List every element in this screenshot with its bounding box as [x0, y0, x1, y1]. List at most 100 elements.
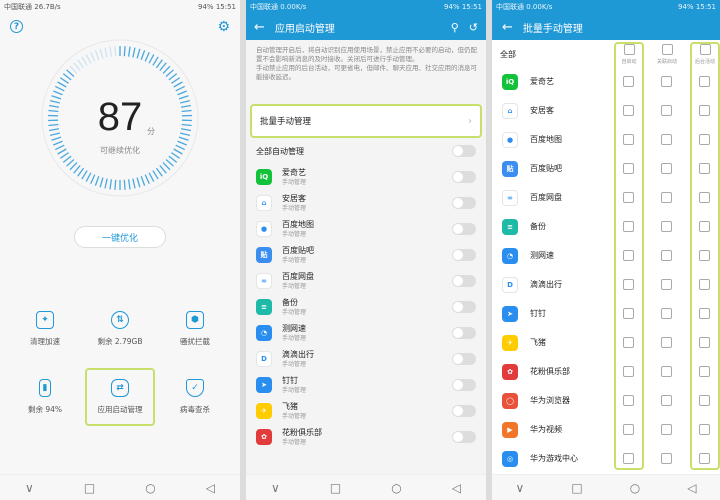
- linked-start-checkbox[interactable]: [661, 279, 672, 290]
- nav-square-icon[interactable]: □: [330, 481, 341, 495]
- app-auto-toggle[interactable]: [452, 405, 476, 417]
- nav-circle-icon[interactable]: ○: [391, 481, 401, 495]
- linked-start-checkbox[interactable]: [661, 105, 672, 116]
- app-auto-toggle[interactable]: [452, 249, 476, 261]
- batch-app-row: ● 百度地图: [492, 125, 720, 154]
- app-auto-toggle[interactable]: [452, 275, 476, 287]
- app-icon: ●: [256, 221, 272, 237]
- linked-start-checkbox[interactable]: [661, 250, 672, 261]
- search-icon[interactable]: ⚲: [451, 21, 459, 34]
- batch-app-row: ≡ 备份: [492, 212, 720, 241]
- gauge-tick: [62, 73, 72, 81]
- linked-start-checkbox[interactable]: [661, 337, 672, 348]
- tool-label: 剩余 2.79GB: [97, 337, 143, 346]
- all-auto-toggle[interactable]: [452, 145, 476, 157]
- app-bar: ← 批量手动管理: [492, 14, 720, 40]
- app-icon: ✈: [502, 334, 518, 351]
- gauge-tick: [168, 155, 178, 163]
- linked-start-checkbox[interactable]: [661, 163, 672, 174]
- app-text: 爱奇艺 手动管理: [282, 168, 452, 187]
- nav-down-icon[interactable]: ∨: [516, 481, 525, 495]
- nav-circle-icon[interactable]: ○: [145, 481, 155, 495]
- app-auto-toggle[interactable]: [452, 431, 476, 443]
- app-auto-toggle[interactable]: [452, 171, 476, 183]
- app-name: 华为浏览器: [530, 395, 570, 405]
- tool-clean[interactable]: ✦ 清理加速: [10, 300, 80, 358]
- app-row: ≡ 备份 手动管理: [246, 294, 486, 320]
- app-status: 手动管理: [282, 178, 307, 186]
- nav-down-icon[interactable]: ∨: [25, 481, 34, 495]
- nav-back-icon[interactable]: ◁: [452, 481, 461, 495]
- app-name: 百度贴吧: [530, 163, 562, 173]
- nav-square-icon[interactable]: □: [84, 481, 95, 495]
- gear-icon[interactable]: ⚙: [217, 19, 230, 35]
- gauge-tick: [81, 56, 88, 66]
- app-status: 手动管理: [282, 256, 307, 264]
- nav-back-icon[interactable]: ◁: [206, 481, 215, 495]
- app-icon: iQ: [256, 169, 272, 185]
- nav-circle-icon[interactable]: ○: [630, 481, 640, 495]
- linked-start-checkbox[interactable]: [661, 192, 672, 203]
- app-icon: ⌂: [502, 102, 518, 119]
- gauge-tick: [162, 162, 171, 171]
- gauge-tick: [173, 81, 183, 88]
- app-name: 百度网盘: [530, 192, 562, 202]
- col-linked[interactable]: 关联启动: [653, 44, 681, 65]
- gauge-tick: [94, 176, 100, 186]
- tool-battery[interactable]: ▮ 剩余 94%: [10, 368, 80, 426]
- batch-app-row: ✿ 花粉俱乐部: [492, 357, 720, 386]
- batch-app-row: ✈ 飞猪: [492, 328, 720, 357]
- phone-manager-screen: 中国联通 26.7B/s 94% 15:51 ? ⚙ 87 分 可继续优化 一键…: [0, 0, 240, 500]
- status-right: 94% 15:51: [198, 3, 236, 11]
- linked-start-checkbox[interactable]: [661, 453, 672, 464]
- score-unit: 分: [147, 127, 155, 136]
- batch-manual-label: 批量手动管理: [260, 117, 312, 127]
- linked-start-checkbox[interactable]: [661, 221, 672, 232]
- tool-block[interactable]: ⬢ 骚扰拦截: [160, 300, 230, 358]
- app-auto-toggle[interactable]: [452, 301, 476, 313]
- linked-start-checkbox[interactable]: [661, 134, 672, 145]
- app-auto-toggle[interactable]: [452, 379, 476, 391]
- gauge-tick: [175, 85, 185, 92]
- back-arrow-icon[interactable]: ←: [254, 20, 265, 35]
- tool-label: 骚扰拦截: [180, 337, 210, 346]
- batch-app-row: ∞ 百度网盘: [492, 183, 720, 212]
- nav-back-icon[interactable]: ◁: [687, 481, 696, 495]
- linked-start-checkbox[interactable]: [661, 395, 672, 406]
- nav-bar: ∨ □ ○ ◁: [246, 474, 486, 500]
- app-row: ● 百度地图 手动管理: [246, 216, 486, 242]
- linked-start-checkbox[interactable]: [661, 424, 672, 435]
- app-auto-toggle[interactable]: [452, 327, 476, 339]
- select-all-linked-checkbox[interactable]: [661, 44, 673, 55]
- linked-start-checkbox[interactable]: [661, 366, 672, 377]
- app-row: ➤ 钉钉 手动管理: [246, 372, 486, 398]
- nav-down-icon[interactable]: ∨: [271, 481, 280, 495]
- nav-square-icon[interactable]: □: [571, 481, 582, 495]
- tool-data[interactable]: ⇅ 剩余 2.79GB: [85, 300, 155, 358]
- app-icon: ∞: [502, 189, 518, 206]
- linked-start-checkbox[interactable]: [661, 308, 672, 319]
- app-name: 备份: [530, 221, 546, 231]
- app-auto-toggle[interactable]: [452, 197, 476, 209]
- help-icon[interactable]: ?: [10, 20, 23, 33]
- gauge-tick: [152, 170, 159, 180]
- tool-virus-scan[interactable]: ✓ 病毒查杀: [160, 368, 230, 426]
- toggle-icon: ⇄: [111, 379, 129, 397]
- tool-startup-manager[interactable]: ⇄ 应用启动管理: [85, 368, 155, 426]
- app-auto-toggle[interactable]: [452, 223, 476, 235]
- one-click-optimize-button[interactable]: 一键优化: [74, 226, 166, 248]
- back-arrow-icon[interactable]: ←: [502, 20, 513, 35]
- all-auto-row: 全部自动管理: [256, 143, 476, 159]
- nav-bar: ∨ □ ○ ◁: [0, 474, 240, 500]
- app-auto-toggle[interactable]: [452, 353, 476, 365]
- history-icon[interactable]: ↺: [469, 21, 478, 34]
- app-icon: 贴: [502, 160, 518, 177]
- batch-manual-button[interactable]: 批量手动管理 ›: [250, 104, 482, 138]
- carrier-label: 中国联通 0.00K/s: [250, 3, 307, 11]
- gauge-tick: [109, 46, 113, 57]
- tool-label: 清理加速: [30, 337, 60, 346]
- linked-start-checkbox[interactable]: [661, 76, 672, 87]
- app-icon: ◯: [502, 392, 518, 409]
- gauge-tick: [99, 177, 104, 188]
- app-status: 手动管理: [282, 412, 307, 420]
